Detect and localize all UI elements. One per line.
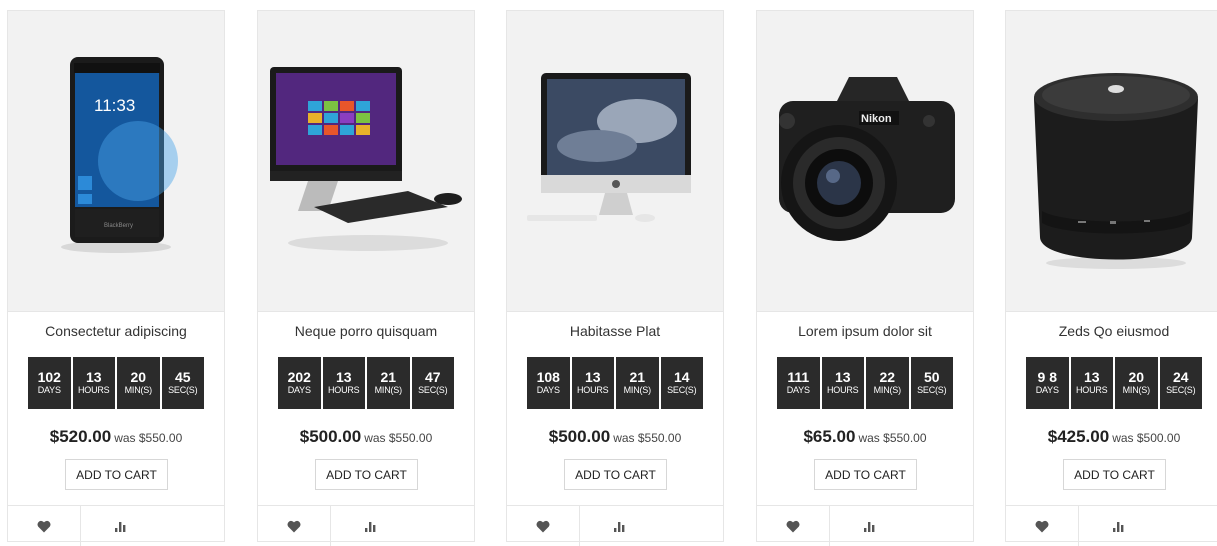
timer-days: 202 DAYS — [278, 357, 321, 409]
countdown-timer: 202 DAYS 13 HOURS 21 MIN(S) 47 SEC(S) — [278, 357, 454, 409]
timer-hours: 13 HOURS — [821, 357, 864, 409]
product-title[interactable]: Zeds Qo eiusmod — [1006, 323, 1217, 339]
compare-button[interactable] — [331, 506, 411, 546]
current-price: $520.00 — [49, 427, 112, 446]
timer-seconds: 24 SEC(S) — [1159, 357, 1202, 409]
wishlist-button[interactable] — [258, 506, 331, 546]
timer-seconds: 14 SEC(S) — [660, 357, 703, 409]
product-image-dslr-camera[interactable]: Nikon — [757, 11, 973, 312]
timer-days: 102 DAYS — [28, 357, 71, 409]
product-price: $500.00 was $550.00 — [258, 427, 474, 447]
compare-icon — [365, 522, 376, 532]
countdown-timer: 111 DAYS 13 HOURS 22 MIN(S) 50 SEC(S) — [777, 357, 953, 409]
timer-days: 111 DAYS — [777, 357, 820, 409]
add-to-cart-button[interactable]: ADD TO CART — [814, 459, 917, 490]
timer-minutes: 22 MIN(S) — [866, 357, 909, 409]
product-price: $520.00 was $550.00 — [8, 427, 224, 447]
compare-icon — [864, 522, 875, 532]
old-price: was $550.00 — [364, 431, 433, 445]
timer-seconds: 45 SEC(S) — [161, 357, 204, 409]
product-title[interactable]: Consectetur adipiscing — [8, 323, 224, 339]
svg-text:Nikon: Nikon — [861, 113, 892, 125]
product-title[interactable]: Lorem ipsum dolor sit — [757, 323, 973, 339]
product-title[interactable]: Neque porro quisquam — [258, 323, 474, 339]
product-price: $65.00 was $550.00 — [757, 427, 973, 447]
wishlist-button[interactable] — [1006, 506, 1079, 546]
compare-icon — [1113, 522, 1124, 532]
svg-text:BlackBerry: BlackBerry — [104, 223, 133, 229]
compare-button[interactable] — [81, 506, 161, 546]
product-card: Nikon Lorem ipsum dolor sit 111 DAYS 13 HO… — [756, 10, 974, 546]
heart-icon — [287, 520, 301, 532]
product-card: 11:33 BlackBerry Consectetur adipiscing … — [7, 10, 225, 546]
product-price: $425.00 was $500.00 — [1006, 427, 1217, 447]
timer-seconds: 50 SEC(S) — [910, 357, 953, 409]
old-price: was $550.00 — [613, 431, 682, 445]
heart-icon — [1035, 520, 1049, 532]
timer-days: 9 8 DAYS — [1026, 357, 1069, 409]
add-to-cart-button[interactable]: ADD TO CART — [65, 459, 168, 490]
add-to-cart-button[interactable]: ADD TO CART — [1063, 459, 1166, 490]
countdown-timer: 9 8 DAYS 13 HOURS 20 MIN(S) 24 SEC(S) — [1026, 357, 1202, 409]
compare-button[interactable] — [830, 506, 910, 546]
svg-text:11:33: 11:33 — [94, 96, 135, 115]
product-image-bluetooth-speaker[interactable] — [1006, 11, 1217, 312]
product-price: $500.00 was $550.00 — [507, 427, 723, 447]
old-price: was $550.00 — [114, 431, 183, 445]
heart-icon — [37, 520, 51, 532]
compare-button[interactable] — [1079, 506, 1159, 546]
compare-icon — [614, 522, 625, 532]
timer-minutes: 21 MIN(S) — [616, 357, 659, 409]
current-price: $500.00 — [299, 427, 362, 446]
countdown-timer: 108 DAYS 13 HOURS 21 MIN(S) 14 SEC(S) — [527, 357, 703, 409]
current-price: $425.00 — [1047, 427, 1110, 446]
compare-icon — [115, 522, 126, 532]
timer-minutes: 20 MIN(S) — [117, 357, 160, 409]
product-title[interactable]: Habitasse Plat — [507, 323, 723, 339]
timer-days: 108 DAYS — [527, 357, 570, 409]
old-price: was $500.00 — [1112, 431, 1181, 445]
product-card: Habitasse Plat 108 DAYS 13 HOURS 21 MIN(S) … — [506, 10, 724, 546]
countdown-timer: 102 DAYS 13 HOURS 20 MIN(S) 45 SEC(S) — [28, 357, 204, 409]
timer-hours: 13 HOURS — [1070, 357, 1113, 409]
timer-hours: 13 HOURS — [322, 357, 365, 409]
product-image-imac[interactable] — [507, 11, 723, 312]
add-to-cart-button[interactable]: ADD TO CART — [315, 459, 418, 490]
timer-minutes: 20 MIN(S) — [1115, 357, 1158, 409]
old-price: was $550.00 — [858, 431, 927, 445]
timer-minutes: 21 MIN(S) — [367, 357, 410, 409]
wishlist-button[interactable] — [757, 506, 830, 546]
current-price: $500.00 — [548, 427, 611, 446]
add-to-cart-button[interactable]: ADD TO CART — [564, 459, 667, 490]
heart-icon — [786, 520, 800, 532]
current-price: $65.00 — [803, 427, 856, 446]
timer-seconds: 47 SEC(S) — [411, 357, 454, 409]
product-card: Zeds Qo eiusmod 9 8 DAYS 13 HOURS 20 MIN(S)… — [1005, 10, 1217, 546]
product-card: Neque porro quisquam 202 DAYS 13 HOURS 21 M… — [257, 10, 475, 546]
product-image-all-in-one-pc[interactable] — [258, 11, 474, 312]
compare-button[interactable] — [580, 506, 660, 546]
timer-hours: 13 HOURS — [72, 357, 115, 409]
wishlist-button[interactable] — [8, 506, 81, 546]
product-image-smartphone[interactable]: 11:33 BlackBerry — [8, 11, 224, 312]
heart-icon — [536, 520, 550, 532]
timer-hours: 13 HOURS — [571, 357, 614, 409]
wishlist-button[interactable] — [507, 506, 580, 546]
